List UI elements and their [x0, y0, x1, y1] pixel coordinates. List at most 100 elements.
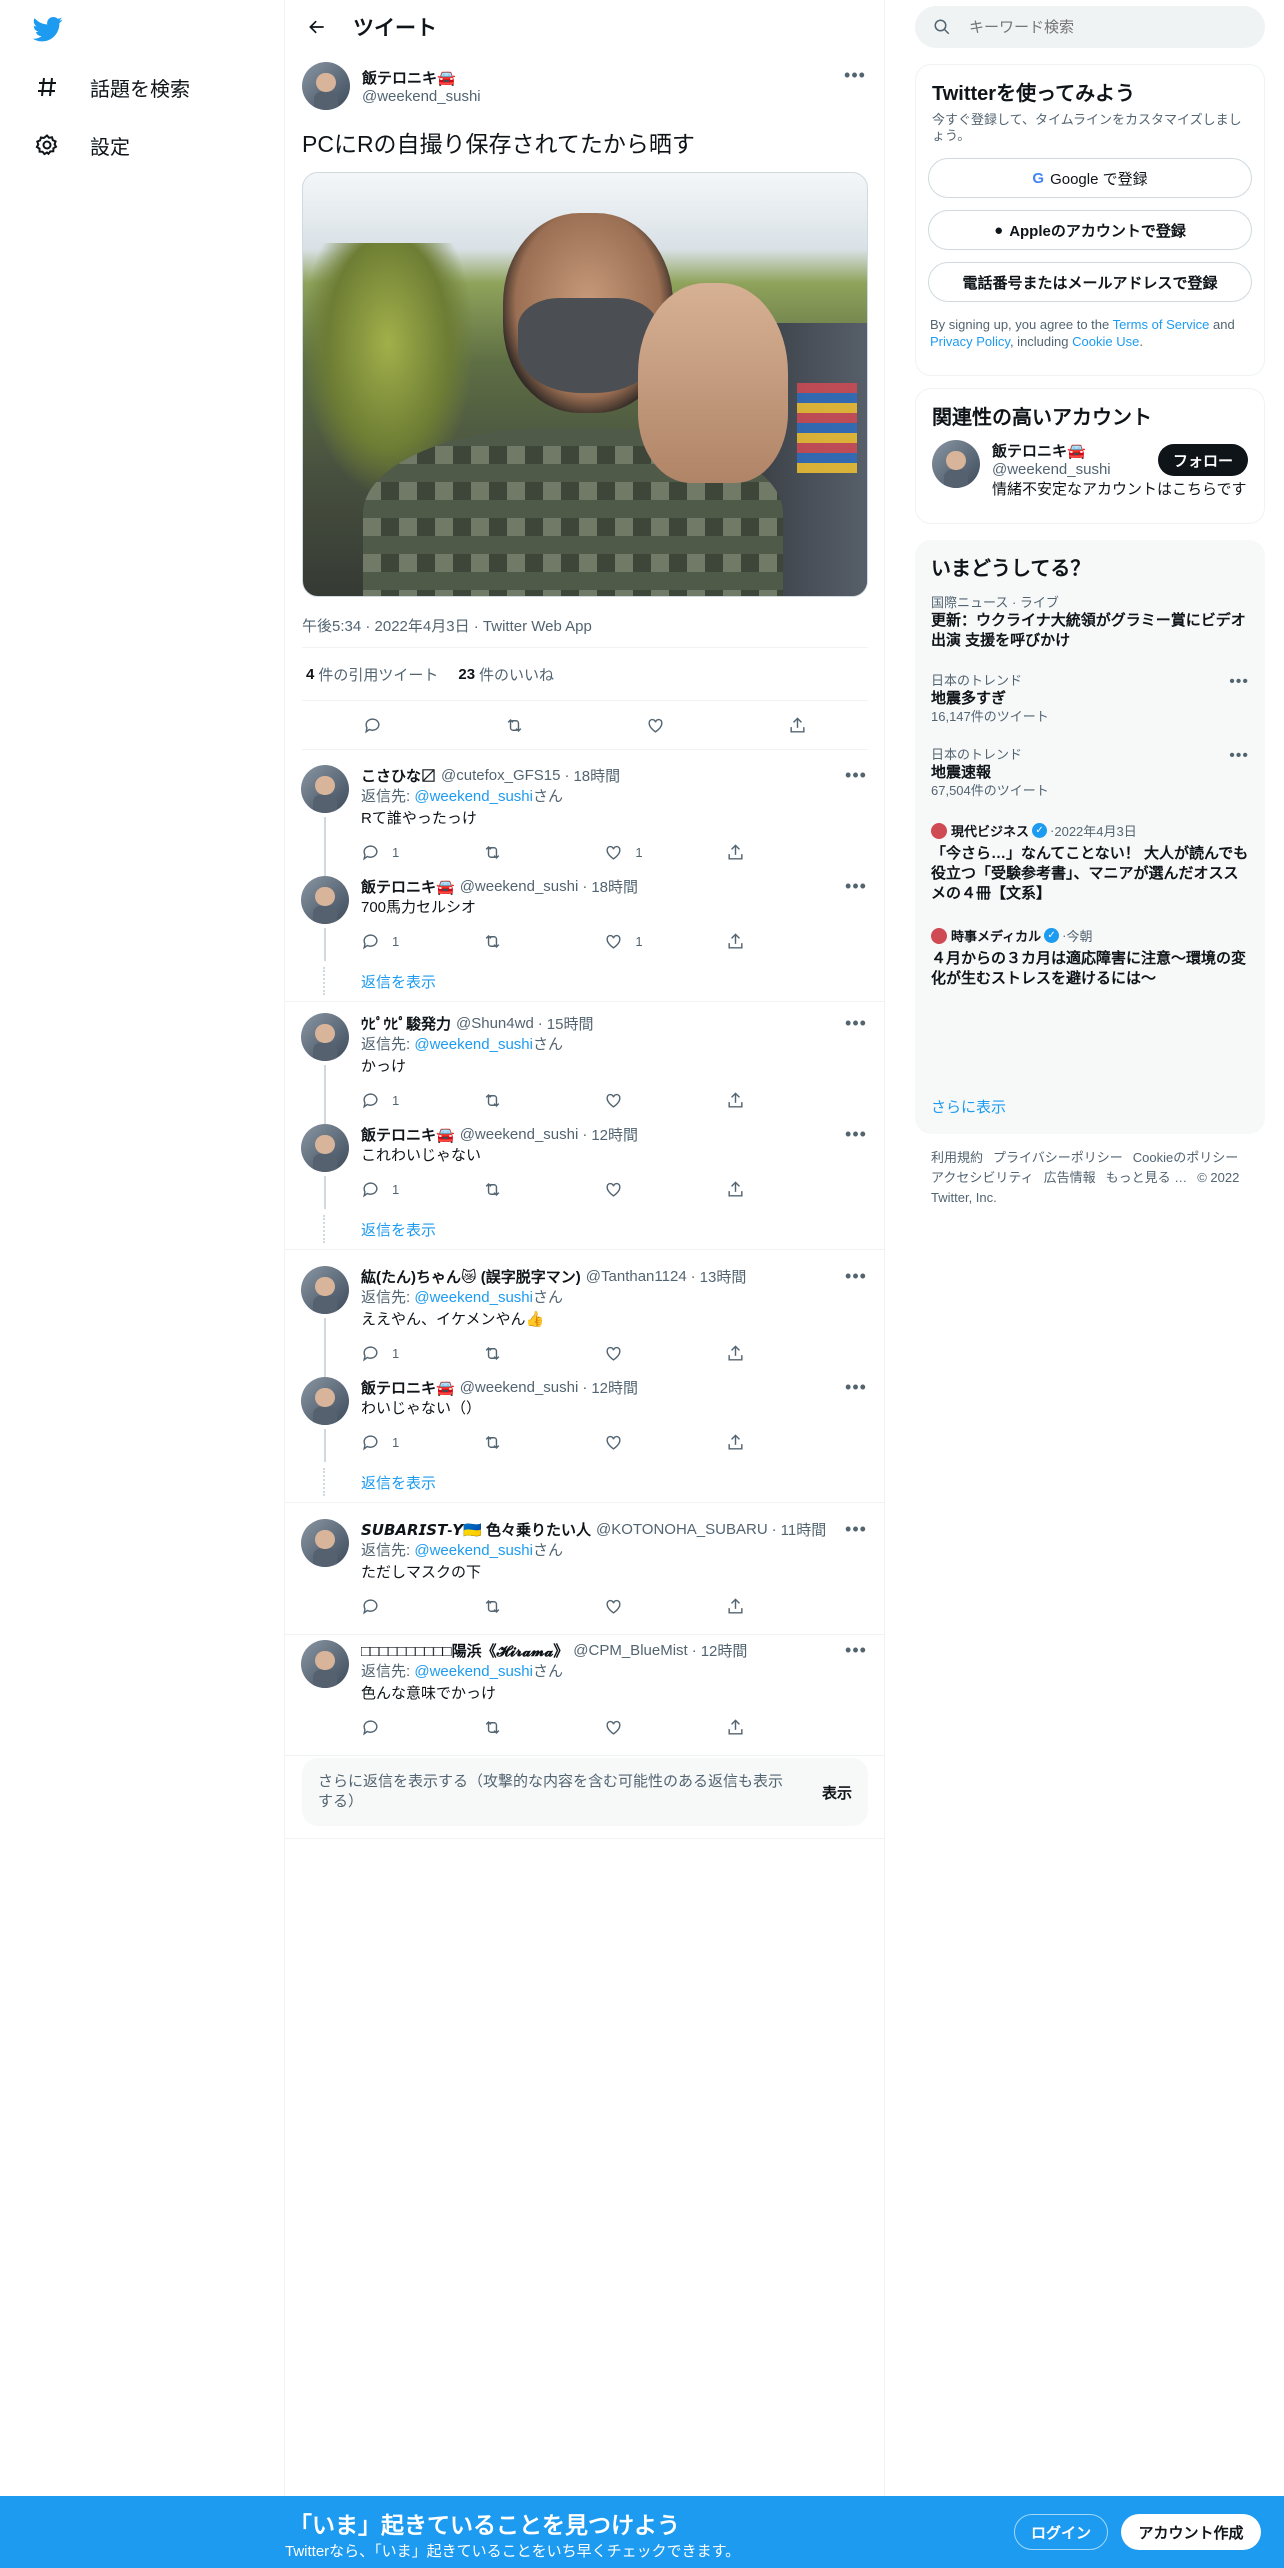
reply-tweet[interactable]: ｳﾋﾟｳﾋﾟ駿発力 @Shun4wd · 15時間 ••• 返信先: @weekend_s…	[285, 1001, 885, 1120]
more-options-icon[interactable]: •••	[843, 1519, 869, 1539]
back-button[interactable]	[299, 9, 335, 45]
twitter-logo-icon[interactable]	[31, 14, 65, 44]
tweet-timestamp[interactable]: 午後5:34 · 2022年4月3日 · Twitter Web App	[302, 615, 868, 635]
avatar[interactable]	[302, 62, 350, 110]
show-replies-link[interactable]: 返信を表示	[285, 961, 885, 1001]
share-button[interactable]	[726, 1597, 786, 1616]
reply-to-link[interactable]: @weekend_sushi	[414, 1663, 533, 1680]
share-button[interactable]	[726, 1344, 786, 1363]
reply-author-name[interactable]: 紘(たん)ちゃん😿 (誤字脱字マン)	[361, 1266, 581, 1287]
like-button[interactable]: 1	[604, 843, 664, 862]
footer-link[interactable]: アクセシビリティ	[931, 1170, 1034, 1185]
retweet-button[interactable]	[483, 843, 543, 862]
retweet-button[interactable]	[483, 1180, 543, 1199]
author-handle[interactable]: @weekend_sushi	[362, 88, 481, 105]
more-options-icon[interactable]: •••	[843, 1640, 869, 1660]
reply-author-handle[interactable]: @weekend_sushi	[460, 878, 579, 895]
footer-link[interactable]: プライバシーポリシー	[993, 1150, 1123, 1165]
reply-author-name[interactable]: こさひな〼	[361, 765, 436, 786]
retweet-button[interactable]	[483, 1597, 543, 1616]
more-options-icon[interactable]: •••	[843, 1124, 869, 1144]
tweet-photo[interactable]	[302, 172, 868, 597]
retweet-button[interactable]	[505, 716, 524, 735]
reply-button[interactable]	[363, 716, 382, 735]
like-button[interactable]	[604, 1597, 664, 1616]
more-options-icon[interactable]: •••	[1229, 747, 1249, 765]
reply-button[interactable]	[361, 1597, 421, 1616]
show-more-trends[interactable]: さらに表示	[931, 1096, 1006, 1117]
cookie-link[interactable]: Cookie Use	[1072, 334, 1139, 349]
reply-time[interactable]: 18時間	[573, 765, 620, 786]
trend-item[interactable]: 国際ニュース · ライブ 更新：ウクライナ大統領がグラミー賞にビデオ出演 支援を呼…	[915, 595, 1265, 651]
retweet-button[interactable]	[483, 932, 543, 951]
login-button[interactable]: ログイン	[1014, 2514, 1108, 2550]
like-button[interactable]	[604, 1433, 664, 1452]
like-button[interactable]	[604, 1344, 664, 1363]
reply-to-link[interactable]: @weekend_sushi	[414, 788, 533, 805]
reply-to-link[interactable]: @weekend_sushi	[414, 1542, 533, 1559]
reply-author-name[interactable]: 飯テロニキ🚘	[361, 876, 455, 897]
reply-button[interactable]: 1	[361, 1180, 421, 1199]
like-button[interactable]	[646, 716, 665, 735]
avatar[interactable]	[301, 876, 349, 924]
more-options-icon[interactable]: •••	[843, 765, 869, 785]
reply-author-name[interactable]: □□□□□□□□□□陽浜《𝓗𝓲𝓻𝓪𝓶𝓪》	[361, 1640, 568, 1661]
reply-time[interactable]: 15時間	[547, 1013, 594, 1034]
share-button[interactable]	[726, 843, 786, 862]
avatar[interactable]	[301, 1377, 349, 1425]
footer-link[interactable]: 広告情報	[1044, 1170, 1096, 1185]
reply-author-handle[interactable]: @CPM_BlueMist	[573, 1642, 687, 1659]
reply-button[interactable]: 1	[361, 1344, 421, 1363]
reply-author-handle[interactable]: @Tanthan1124	[586, 1268, 687, 1285]
reply-to-link[interactable]: @weekend_sushi	[414, 1289, 533, 1306]
phone-email-signup-button[interactable]: 電話番号またはメールアドレスで登録	[928, 262, 1252, 302]
reply-author-name[interactable]: 𝙎𝙐𝘽𝘼𝙍𝙄𝙎𝙏-𝙔🇺🇦 色々乗りたい人	[361, 1519, 591, 1540]
reply-button[interactable]: 1	[361, 932, 421, 951]
reply-button[interactable]: 1	[361, 1433, 421, 1452]
reply-author-name[interactable]: 飯テロニキ🚘	[361, 1124, 455, 1145]
create-account-button[interactable]: アカウント作成	[1121, 2514, 1261, 2550]
reply-author-handle[interactable]: @cutefox_GFS15	[441, 767, 560, 784]
like-button[interactable]: 1	[604, 932, 664, 951]
avatar[interactable]	[932, 440, 980, 488]
retweet-button[interactable]	[483, 1718, 543, 1737]
reply-tweet[interactable]: 飯テロニキ🚘 @weekend_sushi · 12時間 ••• これわいじゃない 1	[285, 1120, 885, 1209]
more-options-icon[interactable]: •••	[843, 1266, 869, 1286]
reply-button[interactable]: 1	[361, 843, 421, 862]
news-item[interactable]: 現代ビジネス ✓ · 2022年4月3日 「今さら…」なんてことない！ 大人が読んでも…	[915, 821, 1265, 904]
avatar[interactable]	[301, 1124, 349, 1172]
share-button[interactable]	[726, 1718, 786, 1737]
avatar[interactable]	[301, 1640, 349, 1688]
reply-time[interactable]: 11時間	[781, 1519, 827, 1540]
reply-tweet[interactable]: 紘(たん)ちゃん😿 (誤字脱字マン) @Tanthan1124 · 13時間 ••• 返信…	[285, 1254, 885, 1373]
reply-author-name[interactable]: 飯テロニキ🚘	[361, 1377, 455, 1398]
share-button[interactable]	[726, 932, 786, 951]
reply-time[interactable]: 18時間	[591, 876, 638, 897]
quote-label[interactable]: 件の引用ツイート	[318, 664, 438, 685]
share-button[interactable]	[726, 1091, 786, 1110]
google-signup-button[interactable]: G Google で登録	[928, 158, 1252, 198]
reply-author-handle[interactable]: @KOTONOHA_SUBARU	[596, 1521, 768, 1538]
footer-link[interactable]: もっと見る …	[1106, 1170, 1188, 1185]
retweet-button[interactable]	[483, 1091, 543, 1110]
avatar[interactable]	[301, 1266, 349, 1314]
nav-explore[interactable]: 話題を検索	[30, 65, 190, 109]
reply-author-name[interactable]: ｳﾋﾟｳﾋﾟ駿発力	[361, 1013, 451, 1034]
retweet-button[interactable]	[483, 1433, 543, 1452]
reply-time[interactable]: 13時間	[700, 1266, 747, 1287]
more-options-icon[interactable]: •••	[842, 65, 868, 85]
reply-button[interactable]: 1	[361, 1091, 421, 1110]
reply-time[interactable]: 12時間	[591, 1124, 638, 1145]
avatar[interactable]	[301, 1013, 349, 1061]
reply-tweet[interactable]: □□□□□□□□□□陽浜《𝓗𝓲𝓻𝓪𝓶𝓪》 @CPM_BlueMist · 12時間 ••…	[285, 1628, 885, 1755]
search-input[interactable]	[969, 18, 1229, 36]
trend-item[interactable]: 日本のトレンド 地震多すぎ 16,147件のツイート •••	[915, 673, 1265, 725]
share-button[interactable]	[726, 1433, 786, 1452]
reply-tweet[interactable]: こさひな〼 @cutefox_GFS15 · 18時間 ••• 返信先: @weekend…	[285, 753, 885, 872]
show-replies-link[interactable]: 返信を表示	[285, 1209, 885, 1249]
trend-item[interactable]: 日本のトレンド 地震速報 67,504件のツイート •••	[915, 747, 1265, 799]
follow-button[interactable]: フォロー	[1158, 444, 1248, 476]
more-options-icon[interactable]: •••	[843, 876, 869, 896]
reply-time[interactable]: 12時間	[701, 1640, 748, 1661]
footer-link[interactable]: Cookieのポリシー	[1133, 1150, 1238, 1165]
